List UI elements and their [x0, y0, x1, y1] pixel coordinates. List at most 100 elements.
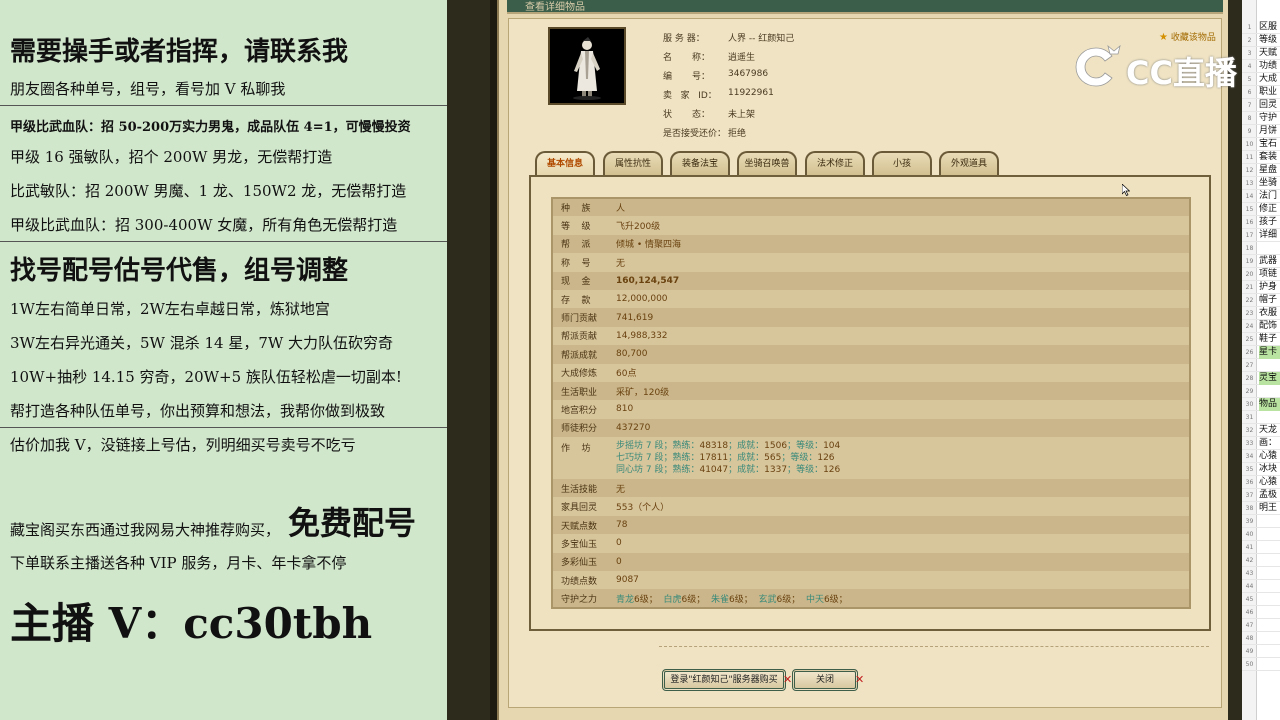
- spreadsheet-row[interactable]: 10 宝石: [1242, 138, 1280, 151]
- spreadsheet-row[interactable]: 21 护身: [1242, 281, 1280, 294]
- spreadsheet-cell[interactable]: 配饰: [1259, 320, 1277, 333]
- tab-child[interactable]: 小孩: [872, 151, 932, 175]
- spreadsheet-cell[interactable]: 明王: [1259, 502, 1277, 515]
- spreadsheet-cell[interactable]: 坐骑: [1259, 177, 1277, 190]
- row-label: 现 金: [552, 271, 610, 290]
- spreadsheet-cell[interactable]: 画：: [1259, 437, 1277, 450]
- spreadsheet-cell[interactable]: 等级: [1259, 34, 1277, 47]
- spreadsheet-row[interactable]: 40: [1242, 528, 1280, 541]
- spreadsheet-cell[interactable]: 月饼: [1259, 125, 1277, 138]
- spreadsheet-cell[interactable]: 灵宝: [1259, 372, 1280, 385]
- spreadsheet-cell[interactable]: 帽子: [1259, 294, 1277, 307]
- tab-mounts-summons[interactable]: 坐骑召唤兽: [737, 151, 797, 175]
- spreadsheet-row[interactable]: 47: [1242, 619, 1280, 632]
- spreadsheet-row[interactable]: 5 大成: [1242, 73, 1280, 86]
- spreadsheet-cell[interactable]: 职业: [1259, 86, 1277, 99]
- spreadsheet-row[interactable]: 44: [1242, 580, 1280, 593]
- spreadsheet-row[interactable]: 20 项链: [1242, 268, 1280, 281]
- tab-attributes[interactable]: 属性抗性: [603, 151, 663, 175]
- spreadsheet-cell[interactable]: 冰块: [1259, 463, 1277, 476]
- spreadsheet-row[interactable]: 31: [1242, 411, 1280, 424]
- spreadsheet-cell[interactable]: 心猿: [1259, 450, 1277, 463]
- spreadsheet-cell[interactable]: 法门: [1259, 190, 1277, 203]
- spreadsheet-cell[interactable]: 护身: [1259, 281, 1277, 294]
- tab-spell-mods[interactable]: 法术修正: [805, 151, 865, 175]
- spreadsheet-row[interactable]: 50: [1242, 658, 1280, 671]
- spreadsheet-row[interactable]: 2 等级: [1242, 34, 1280, 47]
- spreadsheet-row[interactable]: 13 坐骑: [1242, 177, 1280, 190]
- spreadsheet-cell[interactable]: 物品: [1259, 398, 1280, 411]
- spreadsheet-cell[interactable]: 修正: [1259, 203, 1277, 216]
- spreadsheet-row[interactable]: 42: [1242, 554, 1280, 567]
- spreadsheet-row[interactable]: 19 武器: [1242, 255, 1280, 268]
- spreadsheet-row[interactable]: 32 天龙: [1242, 424, 1280, 437]
- tab-appearance[interactable]: 外观道具: [939, 151, 999, 175]
- spreadsheet-row[interactable]: 8 守护: [1242, 112, 1280, 125]
- spreadsheet-cell[interactable]: 项链: [1259, 268, 1277, 281]
- spreadsheet-row[interactable]: 45: [1242, 593, 1280, 606]
- spreadsheet-row[interactable]: 36 心猿: [1242, 476, 1280, 489]
- spreadsheet-row[interactable]: 6 职业: [1242, 86, 1280, 99]
- spreadsheet-row[interactable]: 38 明王: [1242, 502, 1280, 515]
- window-titlebar[interactable]: 查看详细物品: [507, 0, 1223, 14]
- spreadsheet-cell[interactable]: 回灵: [1259, 99, 1277, 112]
- guild-contrib-value: 14,988,332: [610, 326, 1190, 346]
- spreadsheet-row[interactable]: 18: [1242, 242, 1280, 255]
- login-buy-button[interactable]: 登录"红颜知己"服务器购买: [662, 669, 786, 691]
- spreadsheet-cell[interactable]: 大成: [1259, 73, 1277, 86]
- tab-basic-info[interactable]: 基本信息: [535, 151, 595, 175]
- spreadsheet-cell[interactable]: 武器: [1259, 255, 1277, 268]
- spreadsheet-cell[interactable]: 功绩: [1259, 60, 1277, 73]
- spreadsheet-row[interactable]: 16 孩子: [1242, 216, 1280, 229]
- spreadsheet-row[interactable]: 30 物品: [1242, 398, 1280, 411]
- spreadsheet-row[interactable]: 37 孟极: [1242, 489, 1280, 502]
- spreadsheet-row[interactable]: 17 详细: [1242, 229, 1280, 242]
- spreadsheet-row[interactable]: 25 鞋子: [1242, 333, 1280, 346]
- spreadsheet-row[interactable]: 27: [1242, 359, 1280, 372]
- spreadsheet-cell[interactable]: 套装: [1259, 151, 1277, 164]
- spreadsheet-row[interactable]: 15 修正: [1242, 203, 1280, 216]
- spreadsheet-cell[interactable]: 天龙: [1259, 424, 1277, 437]
- spreadsheet-row[interactable]: 29: [1242, 385, 1280, 398]
- spreadsheet-row[interactable]: 48: [1242, 632, 1280, 645]
- workshop-value: 步摇坊 7 段；熟练：48318；成就：1506；等级：104 七巧坊 7 段；…: [610, 437, 1190, 480]
- spreadsheet-row[interactable]: 41: [1242, 541, 1280, 554]
- spreadsheet-row[interactable]: 33 画：: [1242, 437, 1280, 450]
- spreadsheet-row[interactable]: 1 区服: [1242, 21, 1280, 34]
- spreadsheet-cell[interactable]: 星卡: [1259, 346, 1280, 359]
- spreadsheet-cell[interactable]: 衣服: [1259, 307, 1277, 320]
- tab-equipment[interactable]: 装备法宝: [670, 151, 730, 175]
- spreadsheet-cell[interactable]: 详细: [1259, 229, 1277, 242]
- spreadsheet-row[interactable]: 24 配饰: [1242, 320, 1280, 333]
- spreadsheet-row[interactable]: 12 星盘: [1242, 164, 1280, 177]
- spreadsheet-row[interactable]: 34 心猿: [1242, 450, 1280, 463]
- spreadsheet-row[interactable]: 35 冰块: [1242, 463, 1280, 476]
- spreadsheet-cell[interactable]: 区服: [1259, 21, 1277, 34]
- spreadsheet-row[interactable]: 23 衣服: [1242, 307, 1280, 320]
- promo-line-6: 甲级比武血队：招 300-400W 女魔，所有角色无偿帮打造: [10, 216, 398, 234]
- spreadsheet-row[interactable]: 9 月饼: [1242, 125, 1280, 138]
- row-number: 47: [1245, 622, 1254, 629]
- promo-line-8: 1W左右简单日常，2W左右卓越日常，炼狱地宫: [10, 300, 330, 318]
- spreadsheet-cell[interactable]: 星盘: [1259, 164, 1277, 177]
- spreadsheet-row[interactable]: 39: [1242, 515, 1280, 528]
- spreadsheet-row[interactable]: 49: [1242, 645, 1280, 658]
- spreadsheet-cell[interactable]: 心猿: [1259, 476, 1277, 489]
- spreadsheet-row[interactable]: 28 灵宝: [1242, 372, 1280, 385]
- spreadsheet-row[interactable]: 22 帽子: [1242, 294, 1280, 307]
- spreadsheet-row[interactable]: 11 套装: [1242, 151, 1280, 164]
- spreadsheet-cell[interactable]: 守护: [1259, 112, 1277, 125]
- spreadsheet-row[interactable]: 43: [1242, 567, 1280, 580]
- spreadsheet-cell[interactable]: 孟极: [1259, 489, 1277, 502]
- spreadsheet-cell[interactable]: 孩子: [1259, 216, 1277, 229]
- spreadsheet-row[interactable]: 4 功绩: [1242, 60, 1280, 73]
- spreadsheet-cell[interactable]: 天赋: [1259, 47, 1277, 60]
- spreadsheet-cell[interactable]: 宝石: [1259, 138, 1277, 151]
- spreadsheet-row[interactable]: 7 回灵: [1242, 99, 1280, 112]
- spreadsheet-cell[interactable]: 鞋子: [1259, 333, 1277, 346]
- spreadsheet-row[interactable]: 46: [1242, 606, 1280, 619]
- spreadsheet-row[interactable]: 14 法门: [1242, 190, 1280, 203]
- spreadsheet-row[interactable]: 3 天赋: [1242, 47, 1280, 60]
- close-button[interactable]: 关闭: [792, 669, 858, 691]
- spreadsheet-row[interactable]: 26 星卡: [1242, 346, 1280, 359]
